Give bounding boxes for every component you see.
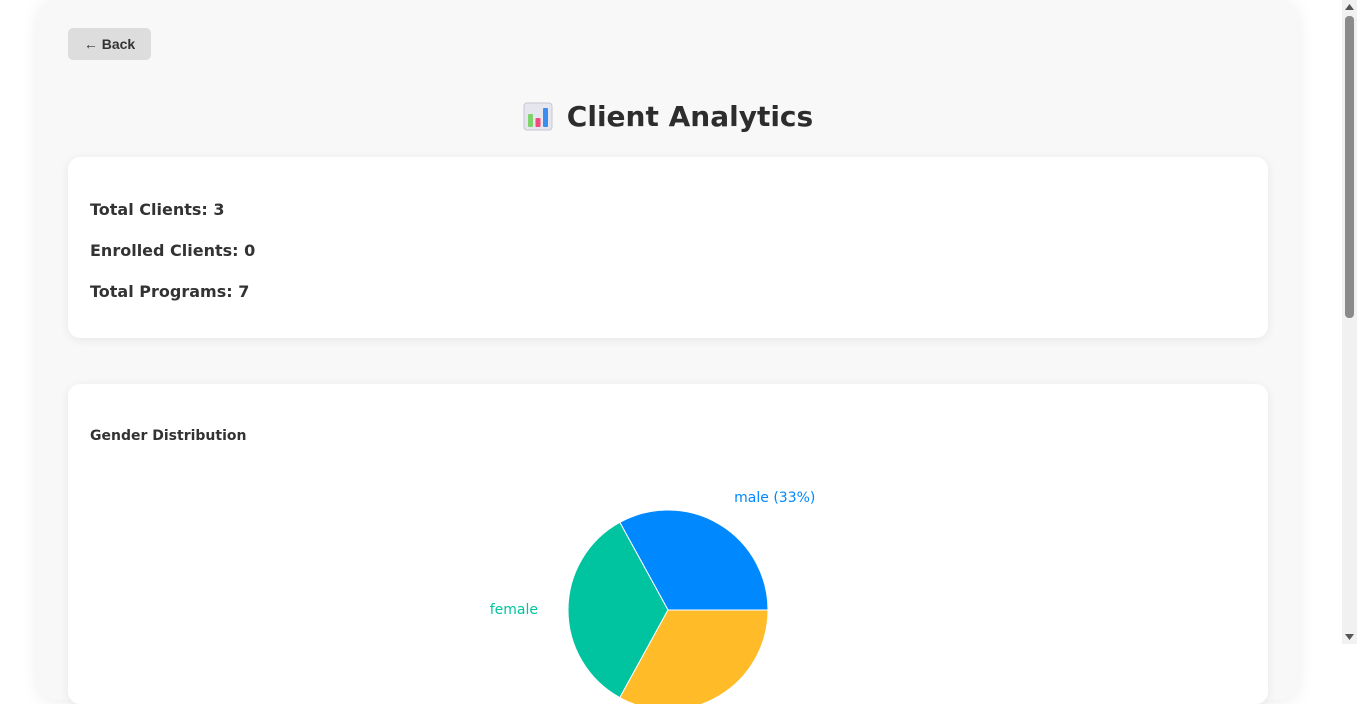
back-button[interactable]: ← Back xyxy=(68,28,151,60)
scroll-thumb[interactable] xyxy=(1345,16,1354,318)
scroll-down-arrow-icon[interactable] xyxy=(1342,630,1357,644)
pie-label-0: male (33%) xyxy=(734,490,815,506)
stats-card: Total Clients: 3 Enrolled Clients: 0 Tot… xyxy=(68,157,1268,338)
page-header: Client Analytics xyxy=(38,96,1298,136)
pie-label-1: female xyxy=(490,602,538,618)
scroll-up-arrow-icon[interactable] xyxy=(1342,0,1357,14)
bar-chart-emoji-icon xyxy=(523,101,553,131)
total-programs-stat: Total Programs: 7 xyxy=(90,282,250,301)
gender-pie-chart: male (33%)femaleothe xyxy=(490,490,815,704)
total-clients-stat: Total Clients: 3 xyxy=(90,200,225,219)
enrolled-clients-stat: Enrolled Clients: 0 xyxy=(90,241,256,260)
gender-chart-card: Gender Distribution male (33%)femaleothe xyxy=(68,384,1268,704)
page-title: Client Analytics xyxy=(566,99,814,133)
vertical-scrollbar[interactable] xyxy=(1342,0,1357,644)
analytics-page: ← Back Client Analytics Total Clients: 3… xyxy=(38,0,1298,704)
